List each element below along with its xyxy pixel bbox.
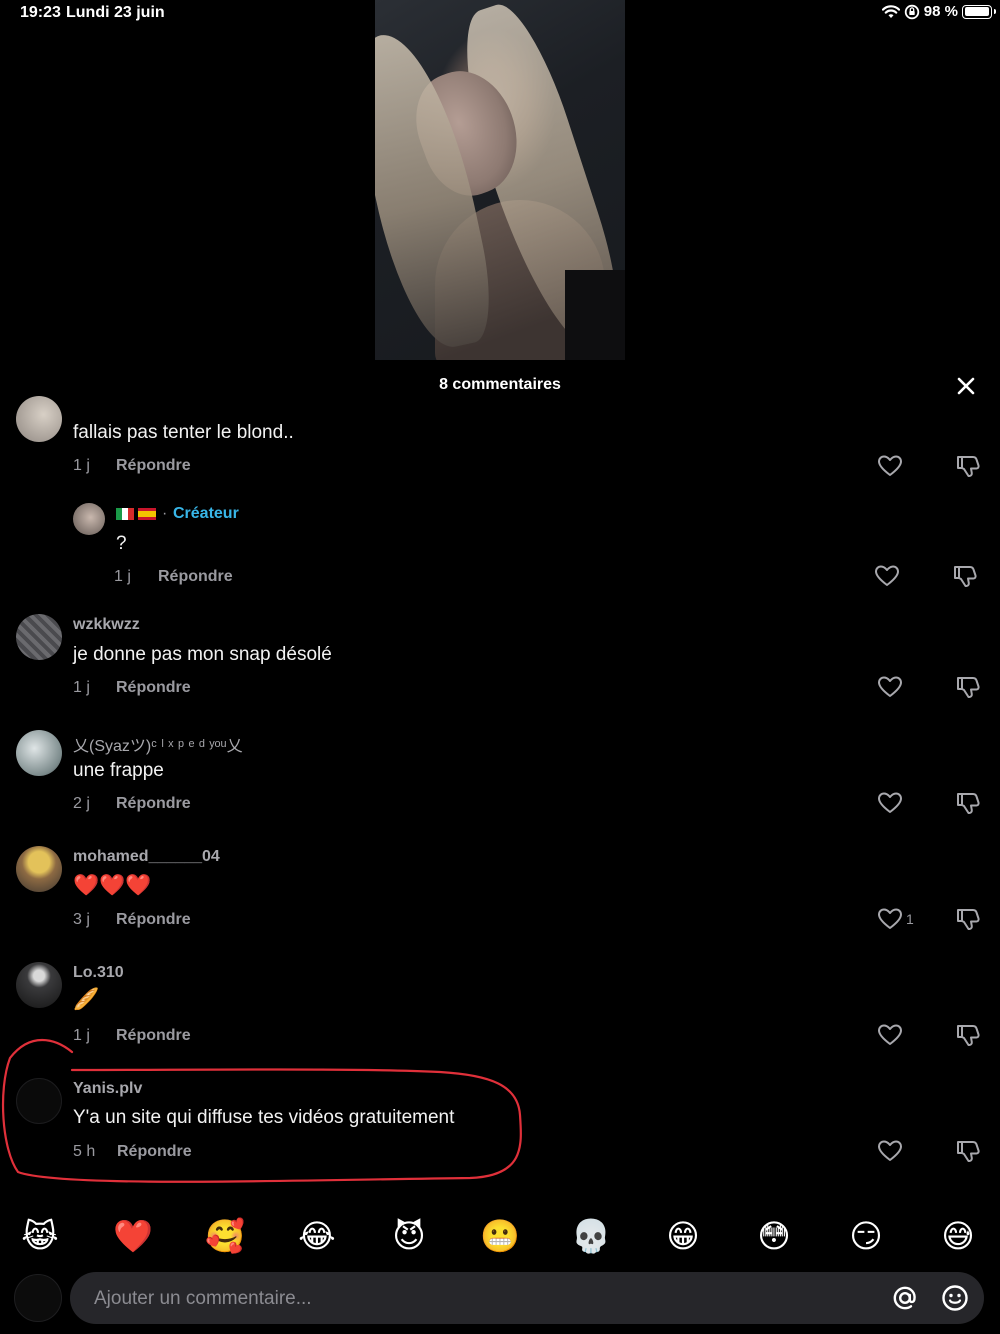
dislike-icon[interactable]	[954, 789, 982, 817]
emoji-button[interactable]: 😬	[478, 1214, 522, 1258]
creator-flags	[116, 505, 157, 523]
comment-age: 1 j	[114, 568, 131, 585]
dislike-icon[interactable]	[951, 562, 979, 590]
creator-label: Créateur	[173, 505, 239, 522]
like-icon[interactable]	[876, 789, 904, 817]
comment-text: 🥖	[73, 988, 100, 1011]
battery-icon	[962, 4, 996, 19]
dislike-icon[interactable]	[954, 1137, 982, 1165]
emoji-picker-icon[interactable]	[940, 1283, 970, 1313]
like-icon[interactable]	[876, 673, 904, 701]
comment-age: 2 j	[73, 795, 90, 812]
battery-percent: 98 %	[923, 3, 958, 20]
comment-age: 3 j	[73, 911, 90, 928]
comment-input-container	[70, 1272, 984, 1326]
reply-button[interactable]: Répondre	[158, 568, 233, 586]
comment-text: fallais pas tenter le blond..	[73, 422, 294, 443]
comment-username[interactable]: 乂(Syazツ)ᶜ ˡ ˣ ᵖ ᵉ ᵈ ʸᵒᵘ乂	[73, 732, 243, 756]
reply-button[interactable]: Répondre	[116, 679, 191, 697]
emoji-button[interactable]: ❤️	[111, 1214, 155, 1258]
like-icon[interactable]	[873, 562, 901, 590]
dislike-icon[interactable]	[954, 452, 982, 480]
status-indicators: 98 %	[881, 3, 996, 20]
close-icon[interactable]	[952, 372, 980, 400]
user-avatar[interactable]	[14, 1274, 62, 1322]
comments-title: 8 commentaires	[439, 376, 561, 393]
comment-username[interactable]: Lo.310	[73, 964, 124, 982]
creator-separator: ·	[162, 505, 168, 522]
comment-username[interactable]: wzkkwzz	[73, 616, 140, 634]
highlight-annotation	[1, 1039, 522, 1183]
dislike-icon[interactable]	[954, 905, 982, 933]
emoji-button[interactable]: 😂	[295, 1214, 339, 1258]
emoji-button[interactable]: 😅	[936, 1214, 980, 1258]
reply-button[interactable]: Répondre	[116, 911, 191, 929]
emoji-button[interactable]: 😹	[18, 1214, 62, 1258]
emoji-button[interactable]: 😏	[844, 1214, 888, 1258]
like-icon[interactable]	[876, 1137, 904, 1165]
emoji-button[interactable]: 😳	[752, 1214, 796, 1258]
like-count: 1	[906, 911, 914, 927]
emoji-button[interactable]: 😈	[387, 1214, 431, 1258]
status-time: 19:23	[20, 4, 61, 21]
orientation-lock-icon	[904, 4, 919, 19]
mention-icon[interactable]	[890, 1283, 920, 1313]
italy-flag-icon	[116, 507, 134, 520]
comment-text: je donne pas mon snap désolé	[73, 644, 332, 665]
comment-text: une frappe	[73, 760, 164, 781]
comment-text: ❤️❤️❤️	[73, 874, 152, 897]
dislike-icon[interactable]	[954, 673, 982, 701]
like-icon[interactable]	[876, 1021, 904, 1049]
comment-input[interactable]	[92, 1272, 876, 1326]
avatar[interactable]	[16, 730, 62, 776]
emoji-button[interactable]: 🥰	[203, 1214, 247, 1258]
emoji-button[interactable]: 😁	[661, 1214, 705, 1258]
like-icon[interactable]	[876, 452, 904, 480]
reply-button[interactable]: Répondre	[116, 795, 191, 813]
wifi-icon	[881, 4, 900, 18]
comment-age: 1 j	[73, 457, 90, 474]
spain-flag-icon	[138, 507, 157, 520]
avatar[interactable]	[16, 614, 62, 660]
emoji-button[interactable]: 💀	[569, 1214, 613, 1258]
avatar[interactable]	[16, 962, 62, 1008]
comment-age: 1 j	[73, 679, 90, 696]
comment-username[interactable]: mohamed______04	[73, 848, 220, 866]
like-icon[interactable]	[876, 905, 904, 933]
avatar[interactable]	[16, 396, 62, 442]
dislike-icon[interactable]	[954, 1021, 982, 1049]
video-preview[interactable]	[375, 0, 625, 360]
video-figure-top	[565, 270, 625, 360]
comment-text: ?	[116, 533, 127, 554]
avatar[interactable]	[16, 846, 62, 892]
creator-avatar[interactable]	[73, 503, 105, 535]
status-date: Lundi 23 juin	[66, 4, 165, 21]
reply-button[interactable]: Répondre	[116, 457, 191, 475]
